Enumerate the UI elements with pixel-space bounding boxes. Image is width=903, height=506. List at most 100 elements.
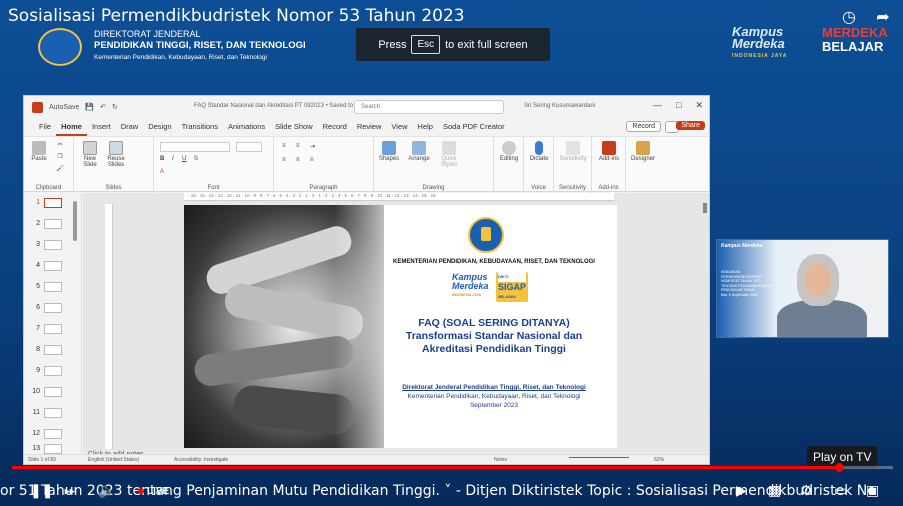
- subtitles-icon[interactable]: ▩: [768, 482, 781, 499]
- quick-styles-button[interactable]: Quick Styles: [436, 141, 462, 168]
- autoplay-toggle-icon[interactable]: ▶: [736, 482, 747, 499]
- numbering-icon[interactable]: ≡: [296, 143, 300, 149]
- autosave-toggle[interactable]: AutoSave: [49, 104, 79, 111]
- editor-scrollbar[interactable]: [703, 203, 707, 213]
- tab-insert[interactable]: Insert: [87, 118, 116, 136]
- thumb-number: 11: [32, 409, 40, 416]
- strikethrough-icon[interactable]: S: [194, 156, 198, 162]
- pause-icon[interactable]: ❚❚: [30, 482, 53, 499]
- cast-icon[interactable]: ▭: [834, 482, 847, 499]
- paste-button[interactable]: Paste: [30, 141, 48, 162]
- redo-icon[interactable]: ↻: [112, 103, 118, 111]
- zoom-level[interactable]: 62%: [654, 457, 664, 463]
- powerpoint-app-icon: [32, 101, 43, 113]
- thumb-preview: [44, 345, 62, 355]
- arrange-button[interactable]: Arrange: [406, 141, 432, 162]
- slide-title: FAQ (SOAL SERING DITANYA) Transformasi S…: [374, 317, 614, 356]
- cut-icon[interactable]: ✂: [54, 141, 66, 148]
- thumbnail-slide-2[interactable]: 2: [26, 218, 78, 232]
- thumbnails-scrollbar[interactable]: [73, 201, 77, 241]
- thumbnail-slide-8[interactable]: 8: [26, 344, 78, 358]
- thumbnail-slide-11[interactable]: 11: [26, 407, 78, 421]
- font-size-select[interactable]: [236, 142, 262, 152]
- thumb-number: 6: [36, 304, 40, 311]
- thumbnail-slide-3[interactable]: 3: [26, 239, 78, 253]
- editing-button[interactable]: Editing: [496, 141, 522, 162]
- share-button[interactable]: Share: [676, 121, 705, 130]
- progress-scrubber[interactable]: [835, 463, 845, 472]
- font-color-icon[interactable]: A: [160, 169, 164, 175]
- align-right-icon[interactable]: ≡: [310, 157, 314, 163]
- tab-help[interactable]: Help: [413, 118, 438, 136]
- shapes-button[interactable]: Shapes: [376, 141, 402, 162]
- zoom-slider[interactable]: [569, 457, 629, 458]
- exit-fullscreen-icon[interactable]: ▣: [866, 482, 879, 499]
- tab-design[interactable]: Design: [143, 118, 176, 136]
- accessibility-status[interactable]: Accessibility: Investigate: [174, 457, 228, 463]
- vertical-ruler: [105, 204, 113, 449]
- record-button[interactable]: Record: [626, 121, 661, 132]
- tab-review[interactable]: Review: [352, 118, 387, 136]
- addins-label: Add-ins: [598, 156, 620, 162]
- volume-icon[interactable]: 🔈: [98, 482, 115, 499]
- video-progress-bar[interactable]: [12, 463, 893, 472]
- underline-icon[interactable]: U: [182, 156, 186, 162]
- designer-button[interactable]: Designer: [628, 141, 658, 162]
- thumbnail-slide-6[interactable]: 6: [26, 302, 78, 316]
- sigap-sub: MELAYANI: [498, 295, 516, 299]
- search-box[interactable]: Search: [354, 100, 504, 114]
- current-slide[interactable]: KEMENTERIAN PENDIDIKAN, KEBUDAYAAN, RISE…: [184, 205, 617, 448]
- reuse-slides-button[interactable]: Reuse Slides: [104, 141, 128, 168]
- bullets-icon[interactable]: ≡: [282, 143, 286, 149]
- thumbnail-slide-12[interactable]: 12: [26, 428, 78, 442]
- settings-gear-icon[interactable]: ⚙: [800, 482, 813, 499]
- italic-icon[interactable]: I: [172, 156, 174, 162]
- thumb-preview: [44, 429, 62, 439]
- tab-animations[interactable]: Animations: [223, 118, 270, 136]
- minimize-icon[interactable]: —: [653, 100, 662, 111]
- slides-label: Slides: [105, 185, 122, 191]
- thumbnail-slide-9[interactable]: 9: [26, 365, 78, 379]
- sensitivity-button[interactable]: Sensitivity: [556, 141, 590, 162]
- thumbnail-slide-1[interactable]: 1: [26, 197, 78, 211]
- font-name-select[interactable]: [160, 142, 230, 152]
- tab-record[interactable]: Record: [318, 118, 352, 136]
- addins-button[interactable]: Add-ins: [594, 141, 624, 162]
- copy-icon[interactable]: ❐: [54, 153, 66, 160]
- thumb-number: 2: [36, 220, 40, 227]
- slide-footer: Direktorat Jenderal Pendidikan Tinggi, R…: [374, 383, 614, 410]
- quick-styles-icon: [442, 141, 456, 155]
- live-label: LIVE: [147, 486, 170, 497]
- thumbnail-slide-7[interactable]: 7: [26, 323, 78, 337]
- tab-soda-pdf[interactable]: Soda PDF Creator: [438, 118, 510, 136]
- indent-icon[interactable]: ⇥: [310, 143, 315, 150]
- close-icon[interactable]: ✕: [695, 100, 703, 111]
- tab-file[interactable]: File: [34, 118, 56, 136]
- tab-view[interactable]: View: [386, 118, 412, 136]
- tab-transitions[interactable]: Transitions: [177, 118, 223, 136]
- bold-icon[interactable]: B: [160, 156, 164, 162]
- language-status[interactable]: English (United States): [88, 457, 139, 463]
- maximize-icon[interactable]: □: [676, 100, 681, 111]
- undo-icon[interactable]: ↶: [100, 103, 106, 111]
- thumbnail-slide-10[interactable]: 10: [26, 386, 78, 400]
- save-icon[interactable]: 💾: [85, 103, 94, 111]
- align-center-icon[interactable]: ≡: [296, 157, 300, 163]
- tab-draw[interactable]: Draw: [116, 118, 144, 136]
- align-left-icon[interactable]: ≡: [282, 157, 286, 163]
- format-painter-icon[interactable]: 🖌: [54, 165, 66, 172]
- slide-footer-line1: Direktorat Jenderal Pendidikan Tinggi, R…: [402, 384, 586, 391]
- tab-home[interactable]: Home: [56, 118, 87, 136]
- user-name[interactable]: Sri Sering Kusumawardani: [524, 103, 595, 109]
- tab-slide-show[interactable]: Slide Show: [270, 118, 318, 136]
- live-badge[interactable]: LIVE: [138, 486, 169, 497]
- notes-toggle[interactable]: Notes: [494, 457, 507, 463]
- powerpoint-window: AutoSave 💾 ↶ ↻ FAQ Standar Nasional dan …: [23, 95, 710, 465]
- video-title[interactable]: Sosialisasi Permendikbudristek Nomor 53 …: [8, 6, 465, 26]
- dictate-button[interactable]: Dictate: [526, 141, 552, 162]
- slide-km-sub: INDONESIA JAYA: [452, 293, 481, 297]
- thumbnail-slide-4[interactable]: 4: [26, 260, 78, 274]
- new-slide-button[interactable]: New Slide: [78, 141, 102, 168]
- next-icon[interactable]: ⏭: [64, 482, 77, 499]
- thumbnail-slide-5[interactable]: 5: [26, 281, 78, 295]
